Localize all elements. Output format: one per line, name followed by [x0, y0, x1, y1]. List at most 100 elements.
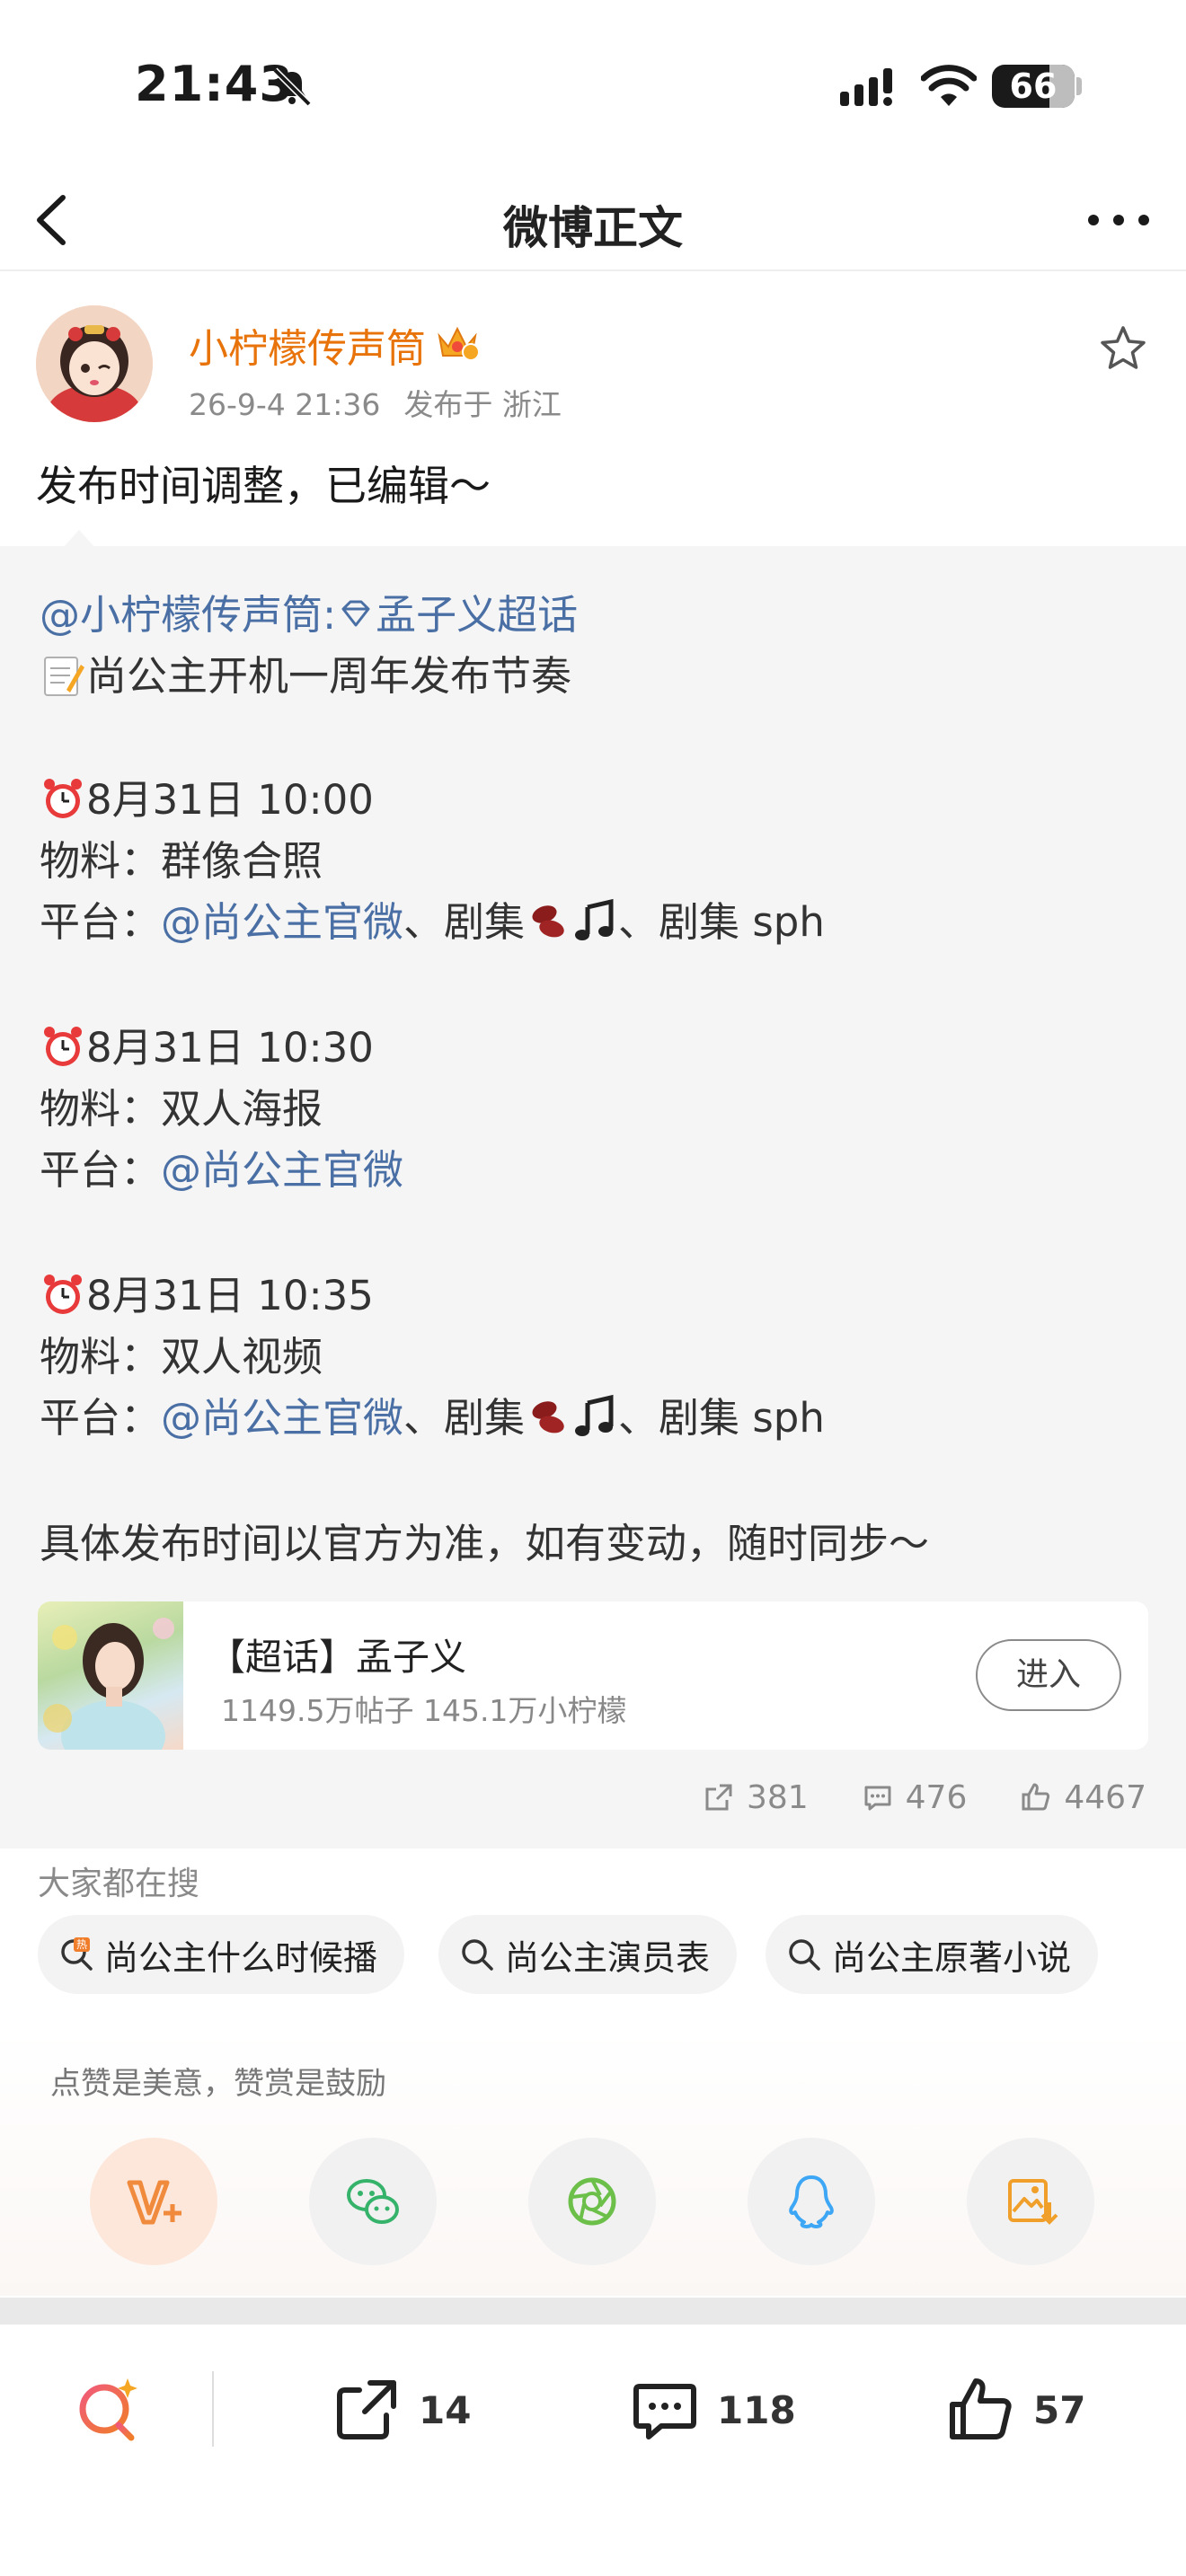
- save-image-icon: [1008, 2179, 1058, 2225]
- comment-icon: [633, 2384, 696, 2439]
- platform-line-3: 平台：@尚公主官微、剧集 、剧集 sph: [40, 1385, 825, 1443]
- favorite-star-icon[interactable]: [1098, 323, 1148, 374]
- like-count[interactable]: 4467: [1019, 1779, 1146, 1816]
- qq-icon: [789, 2175, 834, 2228]
- more-options-icon[interactable]: [1083, 198, 1155, 243]
- moments-icon: [568, 2177, 616, 2226]
- material-line-1: 物料：群像合照: [40, 828, 323, 887]
- search-icon: [789, 1939, 820, 1971]
- platform-label-1: 平台：: [40, 898, 162, 946]
- wechat-icon: [347, 2179, 399, 2224]
- music-note-icon: [575, 1394, 614, 1436]
- hot-search-chip-1[interactable]: 热 尚公主什么时候播: [38, 1915, 405, 1994]
- hot-search-chip-2[interactable]: 尚公主演员表: [438, 1915, 738, 1994]
- supertopic-title: 【超话】孟子义: [208, 1636, 466, 1679]
- supertopic-thumbnail: [38, 1601, 183, 1750]
- bottom-separator: [212, 2371, 214, 2447]
- battery-level: 66: [1009, 66, 1058, 106]
- diamond-icon: [341, 600, 370, 627]
- post-meta: 26-9-4 21:36 发布于 浙江: [189, 381, 585, 424]
- platform-label-3: 平台：: [40, 1394, 162, 1442]
- repost-icon: [337, 2380, 396, 2439]
- alarm-clock-icon: [44, 1275, 82, 1314]
- bottom-repost-count: 14: [419, 2387, 472, 2432]
- nav-bar: 微博正文: [0, 171, 1186, 271]
- schedule-time-text-3: 8月31日 10:35: [86, 1272, 374, 1319]
- share-moments-button[interactable]: [528, 2138, 656, 2265]
- reward-v-icon: [127, 2180, 181, 2225]
- supertopic-stats: 1149.5万帖子 145.1万小柠檬: [221, 1693, 627, 1728]
- memo-icon: [44, 657, 84, 696]
- material-label-1: 物料：: [40, 837, 162, 885]
- share-wechat-button[interactable]: [309, 2138, 437, 2265]
- schedule-time-text-2: 8月31日 10:30: [86, 1024, 374, 1072]
- bottom-comment-count: 118: [717, 2387, 796, 2432]
- platform-mention-3[interactable]: @尚公主官微: [161, 1394, 403, 1442]
- share-qq-button[interactable]: [748, 2138, 875, 2265]
- schedule-time-text-1: 8月31日 10:00: [86, 776, 374, 824]
- repost-count-value: 381: [746, 1778, 809, 1816]
- repost-headline: 尚公主开机一周年发布节奏: [86, 652, 572, 700]
- ai-search-icon[interactable]: [72, 2373, 144, 2445]
- music-note-icon: [575, 898, 614, 940]
- page-title: 微博正文: [503, 202, 683, 254]
- bottom-like-button[interactable]: 57: [945, 2369, 1085, 2450]
- platform-line-2: 平台：@尚公主官微: [40, 1137, 403, 1195]
- hot-search-chip-3[interactable]: 尚公主原著小说: [766, 1915, 1099, 1994]
- hot-search-text-2: 尚公主演员表: [505, 1937, 711, 1978]
- enter-supertopic-button[interactable]: 进入: [976, 1639, 1121, 1711]
- repost-pointer: [63, 530, 95, 548]
- platform-mention-2[interactable]: @尚公主官微: [161, 1146, 403, 1194]
- hot-search-title: 大家都在搜: [38, 1866, 200, 1902]
- platform-line-1: 平台：@尚公主官微、剧集 、剧集 sph: [40, 889, 825, 948]
- supertopic-card[interactable]: 【超话】孟子义 1149.5万帖子 145.1万小柠檬 进入: [38, 1601, 1148, 1750]
- supertopic-link[interactable]: 孟子义超话: [376, 591, 578, 639]
- author-name[interactable]: 小柠檬传声筒: [189, 316, 426, 374]
- beans-icon: [532, 905, 564, 938]
- comment-count[interactable]: 476: [861, 1778, 968, 1816]
- platform-rest-3b: 、剧集 sph: [618, 1394, 825, 1442]
- repost-icon: [705, 1784, 732, 1811]
- repost-note: 具体发布时间以官方为准，如有变动，随时同步～: [40, 1520, 930, 1567]
- like-count-value: 4467: [1064, 1778, 1146, 1816]
- post-location: 发布于 浙江: [403, 387, 562, 422]
- battery-indicator: 66: [992, 65, 1075, 108]
- bell-muted-icon: [272, 67, 312, 107]
- repost-counts: 381 476 4467: [702, 1775, 1146, 1820]
- post-text: 发布时间调整，已编辑～: [36, 462, 491, 510]
- material-line-3: 物料：双人视频: [40, 1324, 323, 1382]
- post-timestamp: 26-9-4 21:36: [189, 387, 381, 422]
- bottom-like-count: 57: [1033, 2387, 1086, 2432]
- search-icon: [462, 1939, 493, 1971]
- material-line-2: 物料：双人海报: [40, 1076, 323, 1134]
- bottom-action-bar: 14 118 57: [0, 2326, 1186, 2576]
- schedule-time-3: 8月31日 10:35: [40, 1263, 374, 1321]
- platform-rest-1a: 、剧集: [403, 898, 526, 946]
- repost-headline-line: 尚公主开机一周年发布节奏: [40, 643, 571, 701]
- comment-icon: [864, 1786, 891, 1811]
- material-label-2: 物料：: [40, 1085, 162, 1133]
- alarm-clock-icon: [44, 1027, 82, 1066]
- platform-label-2: 平台：: [40, 1146, 162, 1194]
- hot-search-text-3: 尚公主原著小说: [832, 1937, 1072, 1978]
- save-image-button[interactable]: [967, 2138, 1094, 2265]
- alarm-clock-icon: [44, 779, 82, 818]
- author-avatar[interactable]: [36, 305, 153, 422]
- platform-mention-1[interactable]: @尚公主官微: [161, 898, 403, 946]
- section-divider: [0, 2298, 1186, 2325]
- source-mention[interactable]: @小柠檬传声筒:: [40, 591, 336, 639]
- comment-count-value: 476: [905, 1778, 968, 1816]
- reward-hint: 点赞是美意，赞赏是鼓励: [50, 2066, 386, 2102]
- material-value-2: 双人海报: [161, 1085, 323, 1133]
- bottom-repost-button[interactable]: 14: [331, 2369, 471, 2450]
- repost-block[interactable]: @小柠檬传声筒: 孟子义超话 尚公主开机一周年发布节奏 8月31日 10:00 物…: [0, 530, 1186, 1848]
- svg-text:热: 热: [76, 1938, 87, 1951]
- schedule-time-1: 8月31日 10:00: [40, 767, 374, 825]
- wifi-icon: [921, 65, 977, 106]
- hot-search-text-1: 尚公主什么时候播: [104, 1937, 378, 1978]
- material-value-3: 双人视频: [161, 1333, 323, 1381]
- repost-count[interactable]: 381: [702, 1779, 809, 1816]
- bottom-comment-button[interactable]: 118: [629, 2369, 796, 2450]
- reward-button[interactable]: [90, 2138, 217, 2265]
- like-icon: [1022, 1783, 1050, 1811]
